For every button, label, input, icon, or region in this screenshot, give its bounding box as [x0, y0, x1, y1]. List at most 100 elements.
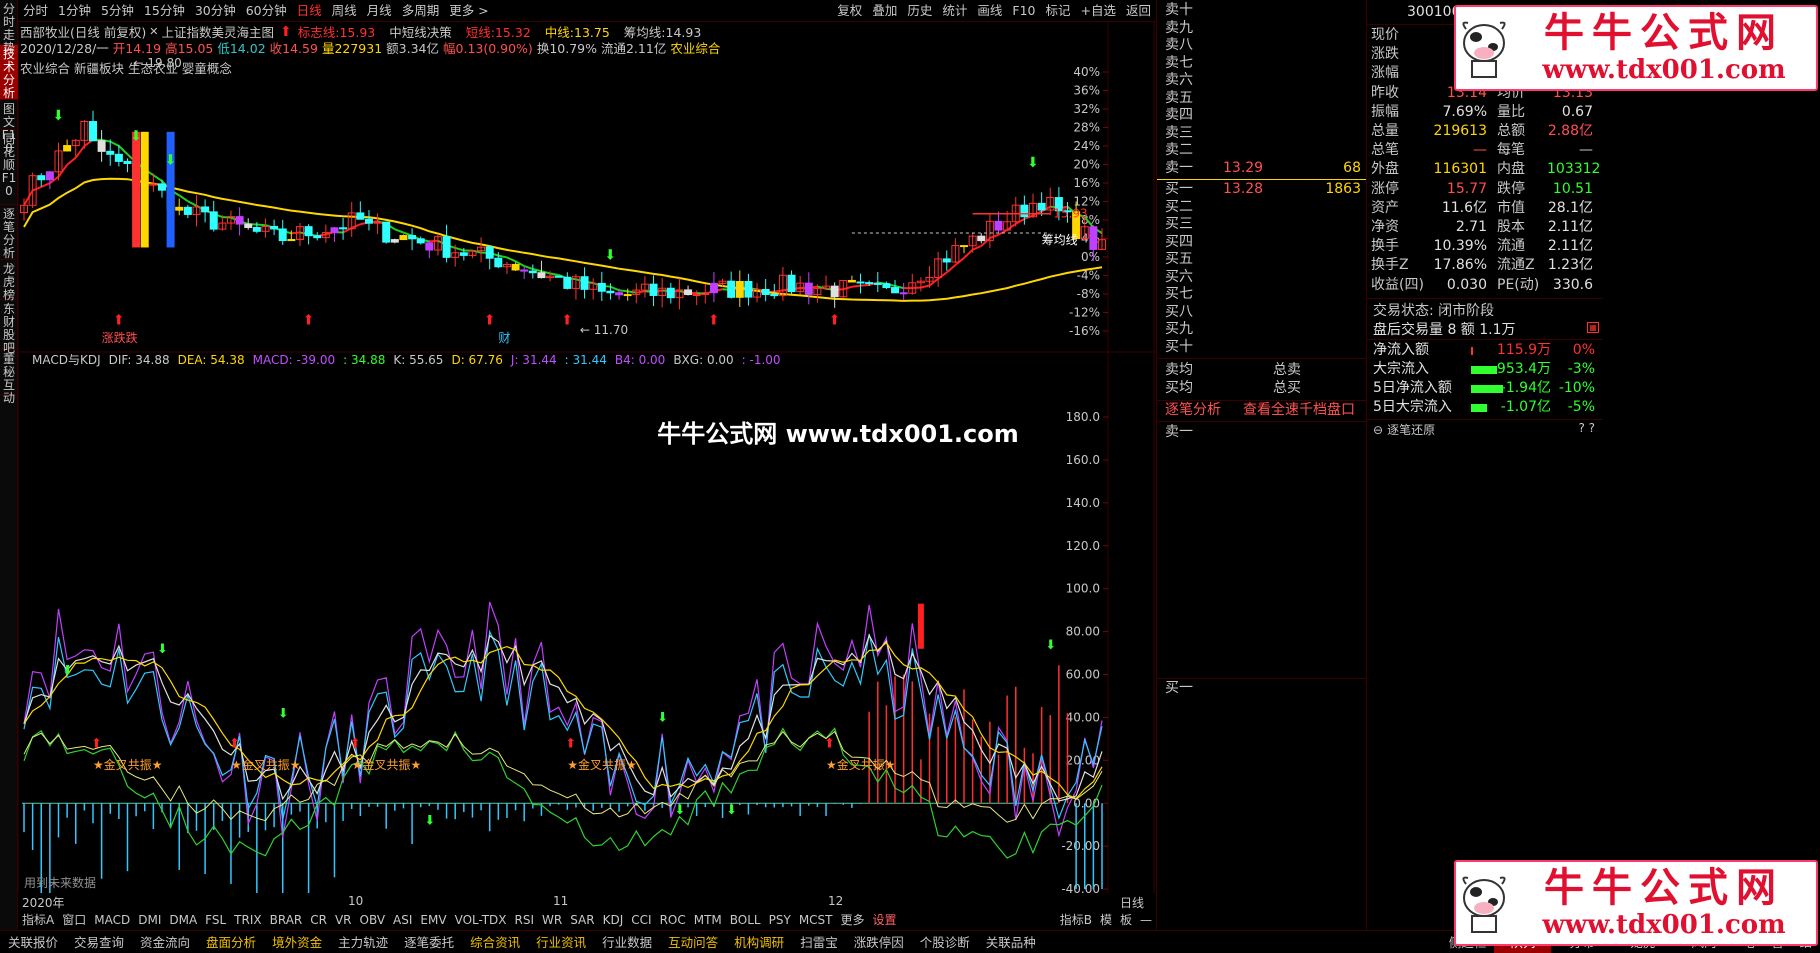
bottom-tab-8[interactable]: 行业资讯 [528, 931, 594, 953]
indicator-tab-8[interactable]: CR [306, 911, 331, 930]
candle-body[interactable] [597, 282, 606, 292]
candle-body[interactable] [209, 211, 218, 230]
candle-body[interactable] [175, 206, 184, 211]
candle-body[interactable] [252, 226, 261, 232]
indicator-right-3[interactable]: — [1136, 911, 1156, 930]
candle-body[interactable] [1020, 204, 1029, 218]
candle-body[interactable] [692, 293, 701, 296]
calendar-icon[interactable]: ▦ [1587, 322, 1599, 333]
candle-body[interactable] [442, 236, 451, 258]
indicator-tab-19[interactable]: ROC [656, 911, 690, 930]
buy-level-row[interactable]: 买六 [1165, 269, 1365, 286]
candle-body[interactable] [977, 235, 986, 242]
period-0[interactable]: 分时 [18, 0, 53, 22]
sell-level-row[interactable]: 卖二 [1165, 142, 1365, 159]
candle-body[interactable] [399, 235, 408, 241]
candle-body[interactable] [684, 289, 693, 296]
tool-5[interactable]: F10 [1007, 0, 1040, 22]
tool-7[interactable]: +自选 [1076, 0, 1121, 22]
candle-body[interactable] [356, 212, 365, 220]
sell-level-row[interactable]: 卖四 [1165, 107, 1365, 124]
tool-6[interactable]: 标记 [1040, 0, 1075, 22]
sell-level-row[interactable]: 卖一 13.29 68 [1165, 160, 1365, 177]
candle-body[interactable] [537, 272, 546, 279]
candle-body[interactable] [727, 280, 736, 298]
candle-body[interactable] [847, 279, 856, 283]
period-8[interactable]: 月线 [362, 0, 397, 22]
buy-level-row[interactable]: 买十 [1165, 339, 1365, 356]
candle-body[interactable] [960, 245, 969, 248]
candle-body[interactable] [891, 287, 900, 294]
period-2[interactable]: 5分钟 [96, 0, 139, 22]
indicator-tab-11[interactable]: ASI [389, 911, 416, 930]
indicator-tab-5[interactable]: FSL [201, 911, 230, 930]
candle-body[interactable] [649, 283, 658, 296]
candle-body[interactable] [787, 274, 796, 293]
bottom-tab-9[interactable]: 行业数据 [594, 931, 660, 953]
left-tab-0[interactable]: 分时走势 [0, 0, 18, 55]
candle-body[interactable] [830, 285, 839, 298]
tool-0[interactable]: 复权 [832, 0, 867, 22]
candle-body[interactable] [459, 252, 468, 256]
candle-body[interactable] [735, 280, 744, 298]
candle-body[interactable] [88, 121, 97, 142]
left-tab-5[interactable]: 龙虎榜 [0, 260, 18, 302]
candle-body[interactable] [511, 263, 520, 271]
indicator-tab-14[interactable]: RSI [511, 911, 539, 930]
candle-body[interactable] [330, 227, 339, 234]
candle-body[interactable] [183, 206, 192, 215]
candle-body[interactable] [106, 150, 115, 155]
candle-body[interactable] [304, 226, 313, 237]
bottom-tab-3[interactable]: 盘面分析 [198, 931, 264, 953]
indicator-right-1[interactable]: 模 [1096, 911, 1116, 930]
chart-area[interactable]: 40%36%32%28%24%20%16%12%8%4%0%-4%-8%-12%… [18, 22, 1156, 893]
sell-level-row[interactable]: 卖六 [1165, 72, 1365, 89]
candle-body[interactable] [339, 227, 348, 230]
candle-body[interactable] [528, 270, 537, 274]
indicator-tab-9[interactable]: VR [331, 911, 356, 930]
period-3[interactable]: 15分钟 [139, 0, 190, 22]
left-tab-1[interactable]: 技术分析 [0, 45, 18, 100]
candle-body[interactable] [390, 239, 399, 243]
period-10[interactable]: 更多 > [444, 0, 493, 22]
indicator-tab-12[interactable]: EMV [416, 911, 450, 930]
candle-body[interactable] [114, 153, 123, 162]
indicator-tab-24[interactable]: 更多 [837, 911, 869, 930]
candle-body[interactable] [606, 290, 615, 294]
bottom-tab-1[interactable]: 交易查询 [66, 931, 132, 953]
candle-body[interactable] [313, 235, 322, 239]
candle-body[interactable] [615, 292, 624, 296]
buy-level-row[interactable]: 买三 [1165, 216, 1365, 233]
candle-body[interactable] [244, 223, 253, 228]
candle-body[interactable] [1089, 226, 1098, 250]
full-depth-link[interactable]: 查看全速千档盘口 [1243, 402, 1355, 419]
bottom-tab-2[interactable]: 资金流向 [132, 931, 198, 953]
candle-body[interactable] [1037, 202, 1046, 211]
left-tab-7[interactable]: 董秘互动 [0, 350, 18, 405]
bottom-tab-15[interactable]: 关联品种 [978, 931, 1044, 953]
candle-body[interactable] [882, 283, 891, 289]
indicator-right-0[interactable]: 指标B [1056, 911, 1096, 930]
indicator-tab-20[interactable]: MTM [690, 911, 726, 930]
candle-body[interactable] [804, 282, 813, 295]
tool-3[interactable]: 统计 [937, 0, 972, 22]
indicator-tab-21[interactable]: BOLL [726, 911, 765, 930]
indicator-tab-0[interactable]: 指标A [18, 911, 58, 930]
candle-body[interactable] [382, 221, 391, 243]
candle-body[interactable] [744, 280, 753, 298]
candle-body[interactable] [416, 238, 425, 244]
candle-body[interactable] [856, 281, 865, 284]
left-tab-4[interactable]: 逐笔分析 [0, 205, 18, 260]
bottom-tab-13[interactable]: 涨跌停因 [846, 931, 912, 953]
candle-body[interactable] [520, 269, 529, 272]
buy-level-row[interactable]: 买五 [1165, 251, 1365, 268]
candle-body[interactable] [425, 242, 434, 251]
bottom-tab-6[interactable]: 逐笔委托 [396, 931, 462, 953]
left-tab-2[interactable]: 图文F10 [0, 100, 18, 155]
candle-body[interactable] [63, 145, 72, 152]
tool-2[interactable]: 历史 [902, 0, 937, 22]
candle-body[interactable] [494, 257, 503, 268]
sell-level-row[interactable]: 卖五 [1165, 90, 1365, 107]
indicator-tab-4[interactable]: DMA [165, 911, 201, 930]
bottom-tab-11[interactable]: 机构调研 [726, 931, 792, 953]
